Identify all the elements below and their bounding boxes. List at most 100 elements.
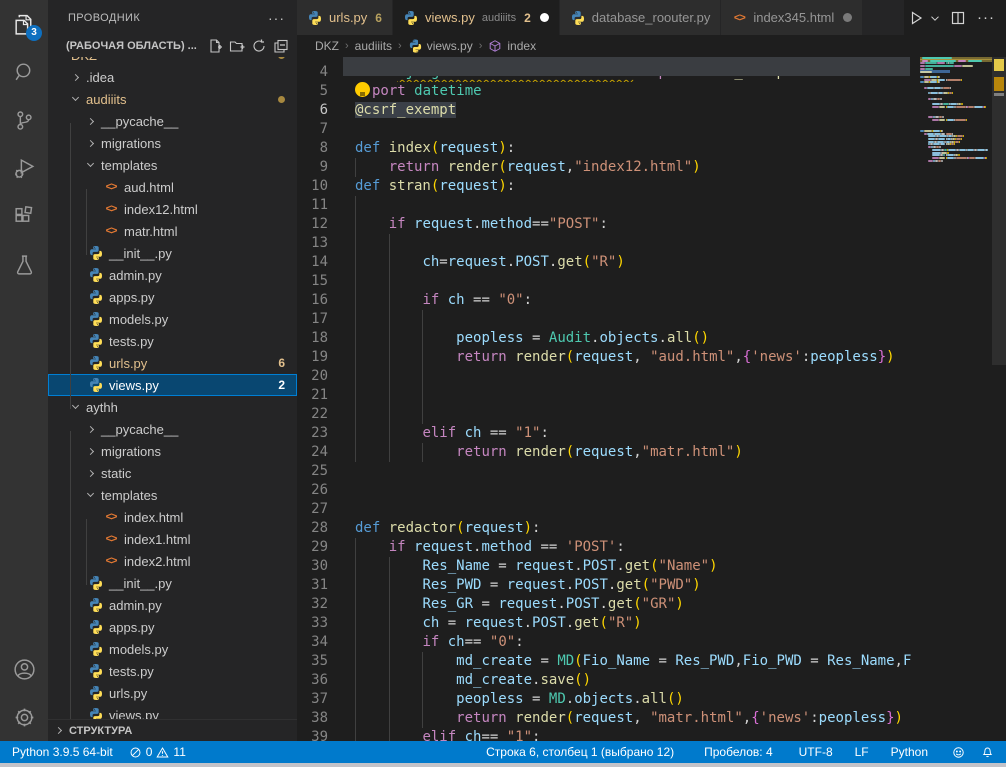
refresh-icon[interactable] — [251, 38, 267, 54]
language-mode-status[interactable]: Python — [883, 741, 936, 763]
dirty-indicator-icon[interactable] — [540, 13, 549, 22]
tree-folder-dkz[interactable]: DKZ — [48, 57, 297, 66]
code-line-32[interactable]: 32 Res_GR = request.POST.get("GR") — [297, 595, 1006, 614]
breadcrumb-item-views-py[interactable]: views.py — [408, 39, 473, 54]
tree-file-views-py[interactable]: views.py2 — [48, 374, 297, 396]
tab-views-py[interactable]: views.pyaudiiits2 — [393, 0, 560, 35]
accounts-icon[interactable] — [0, 645, 48, 693]
code-line-31[interactable]: 31 Res_PWD = request.POST.get("PWD") — [297, 576, 1006, 595]
code-line-7[interactable]: 7 — [297, 120, 1006, 139]
tree-folder--idea[interactable]: .idea — [48, 66, 297, 88]
indentation-status[interactable]: Пробелов: 4 — [696, 741, 781, 763]
code-line-19[interactable]: 19 return render(request, "aud.html",{'n… — [297, 348, 1006, 367]
code-line-8[interactable]: 8def index(request): — [297, 139, 1006, 158]
code-line-38[interactable]: 38 return render(request, "matr.html",{'… — [297, 709, 1006, 728]
code-line-36[interactable]: 36 md_create.save() — [297, 671, 1006, 690]
code-line-5[interactable]: 5port datetime — [297, 82, 1006, 101]
tree-folder-migrations[interactable]: migrations — [48, 132, 297, 154]
workspace-header[interactable]: (РАБОЧАЯ ОБЛАСТЬ) ... — [48, 35, 297, 57]
tree-folder-migrations[interactable]: migrations — [48, 440, 297, 462]
code-line-17[interactable]: 17 — [297, 310, 1006, 329]
testing-icon[interactable] — [0, 240, 48, 288]
outline-section-header[interactable]: СТРУКТУРА — [48, 719, 297, 741]
code-line-14[interactable]: 14 ch=request.POST.get("R") — [297, 253, 1006, 272]
python-interpreter-status[interactable]: Python 3.9.5 64-bit — [0, 741, 121, 763]
explorer-icon[interactable]: 3 — [0, 0, 48, 48]
tree-file-models-py[interactable]: models.py — [48, 638, 297, 660]
code-line-24[interactable]: 24 return render(request,"matr.html") — [297, 443, 1006, 462]
code-line-12[interactable]: 12 if request.method=="POST": — [297, 215, 1006, 234]
code-line-11[interactable]: 11 — [297, 196, 1006, 215]
tree-file-admin-py[interactable]: admin.py — [48, 594, 297, 616]
search-icon[interactable] — [0, 48, 48, 96]
tree-file-apps-py[interactable]: apps.py — [48, 616, 297, 638]
tree-file-tests-py[interactable]: tests.py — [48, 660, 297, 682]
run-button[interactable] — [904, 6, 928, 30]
code-line-27[interactable]: 27 — [297, 500, 1006, 519]
code-line-16[interactable]: 16 if ch == "0": — [297, 291, 1006, 310]
collapse-all-icon[interactable] — [273, 38, 289, 54]
minimap-slider[interactable] — [992, 57, 1006, 365]
tree-file-views-py[interactable]: views.py — [48, 704, 297, 719]
tab-index345-html[interactable]: <>index345.html — [721, 0, 863, 35]
new-folder-icon[interactable] — [229, 38, 245, 54]
feedback-icon[interactable] — [944, 741, 973, 763]
code-line-39[interactable]: 39 elif ch== "1": — [297, 728, 1006, 741]
tree-folder--pycache-[interactable]: __pycache__ — [48, 110, 297, 132]
tree-folder-templates[interactable]: templates — [48, 484, 297, 506]
code-line-28[interactable]: 28def redactor(request): — [297, 519, 1006, 538]
cursor-position-status[interactable]: Строка 6, столбец 1 (выбрано 12) — [478, 741, 682, 763]
code-line-15[interactable]: 15 — [297, 272, 1006, 291]
tree-file-tests-py[interactable]: tests.py — [48, 330, 297, 352]
tree-file-urls-py[interactable]: urls.py6 — [48, 352, 297, 374]
encoding-status[interactable]: UTF-8 — [791, 741, 841, 763]
settings-icon[interactable] — [0, 693, 48, 741]
breadcrumb-item-dkz[interactable]: DKZ — [315, 39, 339, 53]
notifications-bell-icon[interactable] — [973, 741, 1006, 763]
tab-database-roouter-py[interactable]: database_roouter.py — [560, 0, 722, 35]
code-editor[interactable]: 3from aythh.models import MD,Audit4from … — [297, 57, 1006, 741]
breadcrumb-item-audiiits[interactable]: audiiits — [355, 39, 392, 53]
lightbulb-icon[interactable] — [355, 82, 370, 97]
run-debug-icon[interactable] — [0, 144, 48, 192]
dirty-indicator-icon[interactable] — [843, 13, 852, 22]
more-actions-button[interactable]: ··· — [974, 6, 998, 30]
split-editor-button[interactable] — [946, 6, 970, 30]
tree-file-urls-py[interactable]: urls.py — [48, 682, 297, 704]
code-line-29[interactable]: 29 if request.method == 'POST': — [297, 538, 1006, 557]
problems-status[interactable]: 0 11 — [121, 741, 194, 763]
code-line-30[interactable]: 30 Res_Name = request.POST.get("Name") — [297, 557, 1006, 576]
code-line-25[interactable]: 25 — [297, 462, 1006, 481]
run-dropdown-chevron[interactable] — [928, 6, 942, 30]
code-line-26[interactable]: 26 — [297, 481, 1006, 500]
tree-folder-aythh[interactable]: aythh — [48, 396, 297, 418]
code-line-20[interactable]: 20 — [297, 367, 1006, 386]
tree-folder-audiiits[interactable]: audiiits — [48, 88, 297, 110]
tree-file-apps-py[interactable]: apps.py — [48, 286, 297, 308]
code-line-6[interactable]: 6@csrf_exempt — [297, 101, 1006, 120]
tree-file-admin-py[interactable]: admin.py — [48, 264, 297, 286]
overview-ruler[interactable] — [992, 57, 1006, 741]
code-line-35[interactable]: 35 md_create = MD(Fio_Name = Res_PWD,Fio… — [297, 652, 1006, 671]
tree-folder-static[interactable]: static — [48, 462, 297, 484]
code-line-23[interactable]: 23 elif ch == "1": — [297, 424, 1006, 443]
tab-urls-py[interactable]: urls.py6 — [297, 0, 393, 35]
code-line-22[interactable]: 22 — [297, 405, 1006, 424]
code-line-10[interactable]: 10def stran(request): — [297, 177, 1006, 196]
code-line-13[interactable]: 13 — [297, 234, 1006, 253]
tree-file-models-py[interactable]: models.py — [48, 308, 297, 330]
code-line-37[interactable]: 37 peopless = MD.objects.all() — [297, 690, 1006, 709]
extensions-icon[interactable] — [0, 192, 48, 240]
tree-folder--pycache-[interactable]: __pycache__ — [48, 418, 297, 440]
minimap[interactable] — [920, 57, 992, 741]
explorer-more-actions[interactable]: ··· — [268, 10, 285, 26]
new-file-icon[interactable] — [207, 38, 223, 54]
source-control-icon[interactable] — [0, 96, 48, 144]
code-line-9[interactable]: 9 return render(request,"index12.html") — [297, 158, 1006, 177]
breadcrumb-item-index[interactable]: index — [488, 39, 536, 54]
code-line-21[interactable]: 21 — [297, 386, 1006, 405]
tree-folder-templates[interactable]: templates — [48, 154, 297, 176]
code-line-18[interactable]: 18 peopless = Audit.objects.all() — [297, 329, 1006, 348]
code-line-33[interactable]: 33 ch = request.POST.get("R") — [297, 614, 1006, 633]
code-line-34[interactable]: 34 if ch== "0": — [297, 633, 1006, 652]
